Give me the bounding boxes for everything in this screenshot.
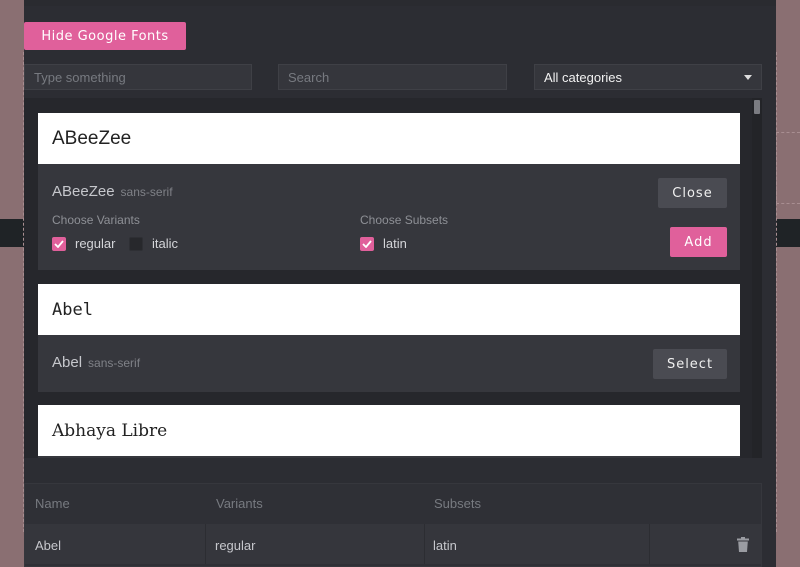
variant-italic-checkbox[interactable]: italic bbox=[129, 236, 178, 251]
table-row: Abel regular latin bbox=[25, 524, 761, 564]
background-dashed-guide bbox=[776, 52, 800, 532]
font-card-abhaya-libre: Abhaya Libre bbox=[38, 405, 740, 458]
font-card-abel: Abel Abel sans-serif Select bbox=[38, 284, 740, 392]
variant-label: italic bbox=[152, 236, 179, 251]
add-font-button[interactable]: Add bbox=[670, 227, 727, 257]
font-category: sans-serif bbox=[88, 356, 141, 370]
subsets-label: Choose Subsets bbox=[360, 213, 449, 227]
background-dashed-guide bbox=[0, 52, 24, 532]
background-dashed-box bbox=[776, 132, 800, 204]
subset-latin-checkbox[interactable]: latin bbox=[360, 236, 407, 251]
search-input[interactable] bbox=[278, 64, 507, 90]
hide-google-fonts-button[interactable]: Hide Google Fonts bbox=[24, 22, 186, 50]
chevron-down-icon bbox=[744, 74, 752, 80]
variants-label: Choose Variants bbox=[52, 213, 140, 227]
font-list[interactable]: ABeeZee ABeeZee sans-serif Close Choose … bbox=[24, 98, 762, 458]
font-card-abeezee: ABeeZee ABeeZee sans-serif Close Choose … bbox=[38, 113, 740, 270]
variant-regular-checkbox[interactable]: regular bbox=[52, 236, 115, 251]
category-select-value: All categories bbox=[544, 69, 623, 85]
variant-label: regular bbox=[75, 236, 116, 251]
font-preview: Abhaya Libre bbox=[38, 405, 740, 456]
cell-subsets: latin bbox=[433, 538, 457, 553]
google-fonts-modal: Hide Google Fonts All categories ABeeZee… bbox=[24, 0, 776, 567]
font-preview-text: ABeeZee bbox=[52, 127, 132, 149]
scrollbar-track[interactable] bbox=[752, 98, 762, 458]
category-select[interactable]: All categories bbox=[534, 64, 762, 90]
column-header-subsets: Subsets bbox=[434, 496, 481, 511]
modal-top-strip bbox=[24, 0, 776, 6]
checkbox-checked-icon[interactable] bbox=[52, 236, 66, 251]
font-name-line: Abel sans-serif bbox=[52, 354, 140, 371]
font-name: Abel bbox=[52, 354, 83, 371]
column-divider bbox=[424, 524, 425, 564]
scrollbar-thumb[interactable] bbox=[754, 100, 760, 114]
cell-name: Abel bbox=[35, 538, 62, 553]
font-preview: ABeeZee bbox=[38, 113, 740, 164]
checkbox-unchecked-icon[interactable] bbox=[129, 236, 143, 251]
column-header-variants: Variants bbox=[216, 496, 263, 511]
cell-variants: regular bbox=[215, 538, 256, 553]
font-preview: Abel bbox=[38, 284, 740, 335]
close-button[interactable]: Close bbox=[658, 178, 727, 208]
column-divider bbox=[649, 524, 650, 564]
checkbox-checked-icon[interactable] bbox=[360, 236, 374, 251]
column-divider bbox=[205, 524, 206, 564]
column-header-name: Name bbox=[35, 496, 70, 511]
font-name-filter-input[interactable] bbox=[24, 64, 252, 90]
font-category: sans-serif bbox=[120, 185, 173, 199]
font-name-line: ABeeZee sans-serif bbox=[52, 183, 173, 200]
selected-fonts-table: Name Variants Subsets Abel regular latin bbox=[24, 483, 762, 567]
trash-icon[interactable] bbox=[737, 537, 749, 557]
font-name: ABeeZee bbox=[52, 183, 115, 200]
font-preview-text: Abhaya Libre bbox=[52, 420, 168, 441]
font-preview-text: Abel bbox=[52, 299, 93, 320]
select-button[interactable]: Select bbox=[653, 349, 727, 379]
subset-label: latin bbox=[383, 236, 407, 251]
